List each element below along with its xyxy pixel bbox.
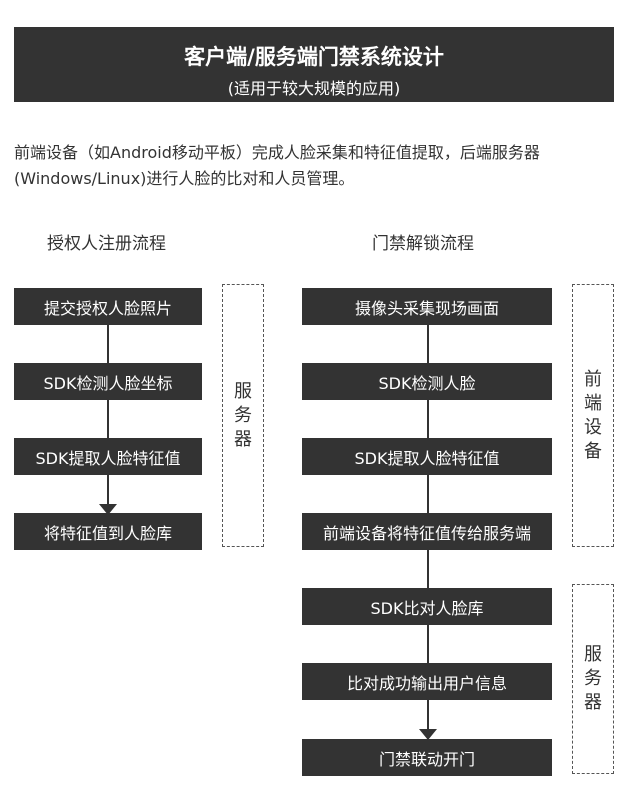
left-step-3: SDK提取人脸特征值	[14, 438, 202, 475]
left-server-char-1: 服	[234, 380, 252, 402]
right-server-char-1: 服	[584, 644, 602, 665]
diagram-title: 客户端/服务端门禁系统设计	[184, 45, 444, 69]
front-device-char-4: 备	[584, 440, 602, 462]
right-server-char-2: 务	[584, 668, 602, 689]
right-step-3: SDK提取人脸特征值	[302, 438, 552, 475]
front-device-char-1: 前	[584, 368, 602, 390]
right-flow-title: 门禁解锁流程	[372, 234, 474, 254]
right-step-7: 门禁联动开门	[302, 739, 552, 776]
right-server-char-3: 器	[584, 692, 602, 713]
left-flow-title: 授权人注册流程	[47, 234, 166, 254]
right-front-device-group: 前 端 设 备	[572, 284, 614, 547]
right-server-group: 服 务 器	[572, 584, 614, 774]
right-step-4: 前端设备将特征值传给服务端	[302, 513, 552, 550]
description-text: 前端设备（如Android移动平板）完成人脸采集和特征值提取，后端服务器(Win…	[14, 143, 540, 188]
left-server-group: 服 务 器	[222, 284, 264, 547]
front-device-char-3: 设	[584, 416, 602, 438]
left-server-char-3: 器	[234, 428, 252, 450]
right-step-2: SDK检测人脸	[302, 363, 552, 400]
right-step-5: SDK比对人脸库	[302, 588, 552, 625]
left-step-1: 提交授权人脸照片	[14, 288, 202, 325]
left-step-2: SDK检测人脸坐标	[14, 363, 202, 400]
right-step-6: 比对成功输出用户信息	[302, 663, 552, 700]
left-connector-line	[107, 325, 109, 513]
front-device-char-2: 端	[584, 392, 602, 414]
left-step-4: 将特征值到人脸库	[14, 513, 202, 550]
title-banner: 客户端/服务端门禁系统设计 (适用于较大规模的应用)	[14, 27, 614, 102]
diagram-subtitle: (适用于较大规模的应用)	[227, 79, 401, 98]
right-step-1: 摄像头采集现场画面	[302, 288, 552, 325]
left-server-char-2: 务	[234, 404, 252, 426]
